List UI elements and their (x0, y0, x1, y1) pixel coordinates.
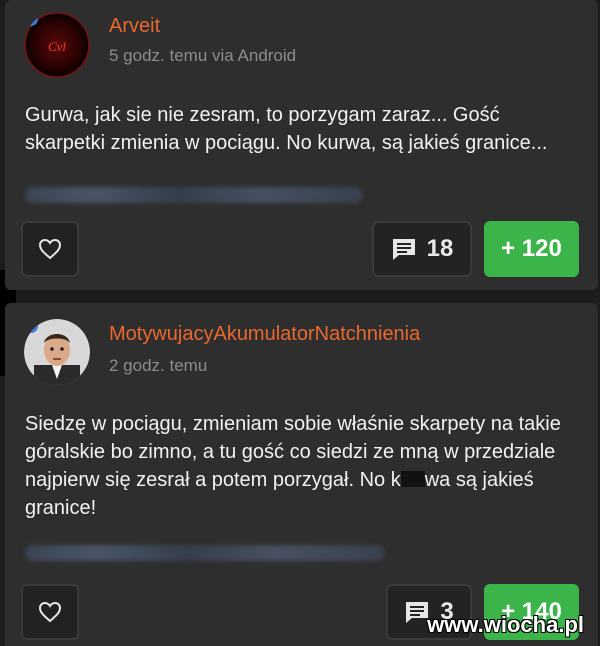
post-meta: 2 godz. temu (109, 356, 208, 375)
avatar[interactable]: Cvl (24, 12, 90, 78)
online-status-dot (24, 319, 38, 333)
heart-icon (38, 238, 62, 260)
post-body: Gurwa, jak sie nie zesram, to porzygam z… (25, 104, 548, 154)
comment-icon (392, 239, 415, 260)
vote-button[interactable]: + 120 (484, 221, 579, 277)
blurred-link[interactable] (25, 545, 385, 561)
svg-text:Cvl: Cvl (48, 39, 66, 54)
avatar[interactable] (24, 319, 90, 385)
username[interactable]: MotywujacyAkumulatorNatchnienia (109, 323, 420, 346)
comments-button[interactable]: 18 (372, 221, 472, 277)
username[interactable]: Arveit (109, 15, 160, 38)
post-meta: 5 godz. temu via Android (109, 46, 297, 65)
blurred-link[interactable] (25, 187, 363, 203)
post-card: Cvl Arveit 5 godz. temu via Android Gurw… (5, 0, 598, 290)
watermark: www.wiocha.pl (427, 612, 584, 637)
post-card: MotywujacyAkumulatorNatchnienia 2 godz. … (5, 303, 598, 646)
post-body: Siedzę w pociągu, zmieniam sobie właśnie… (25, 410, 585, 522)
online-status-dot (24, 12, 38, 26)
comments-count: 18 (426, 235, 454, 262)
like-button[interactable] (21, 221, 79, 277)
like-button[interactable] (21, 584, 79, 640)
heart-icon (38, 601, 62, 623)
censor-bar (400, 471, 425, 487)
